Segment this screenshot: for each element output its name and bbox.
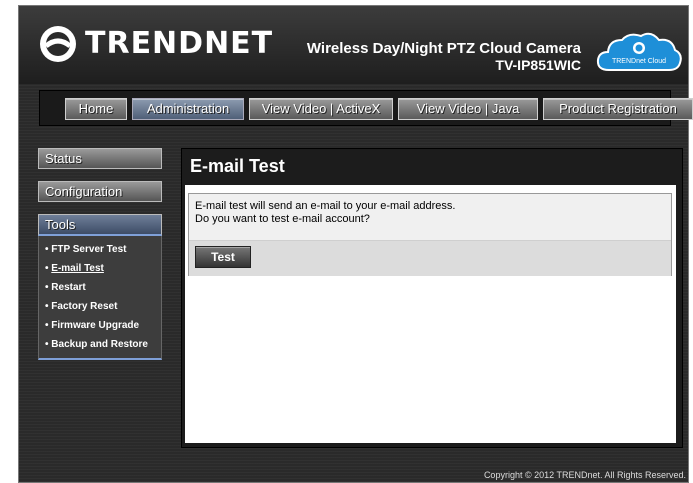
sidebar: Status Configuration Tools • FTP Server … bbox=[38, 148, 162, 360]
nav-administration[interactable]: Administration bbox=[132, 98, 244, 120]
nav-product-registration[interactable]: Product Registration bbox=[543, 98, 693, 120]
tool-backup-and-restore[interactable]: • Backup and Restore bbox=[39, 335, 161, 354]
sidebar-item-status[interactable]: Status bbox=[38, 148, 162, 169]
brand-logo: TRENDNET bbox=[38, 24, 272, 64]
page-title: E-mail Test bbox=[190, 156, 285, 176]
trendnet-logo-icon bbox=[40, 26, 76, 62]
description-line-2: Do you want to test e-mail account? bbox=[195, 213, 370, 225]
top-nav: Home Administration View Video | ActiveX… bbox=[39, 90, 693, 126]
sidebar-item-tools[interactable]: Tools bbox=[38, 214, 162, 236]
nav-view-video-activex[interactable]: View Video | ActiveX bbox=[249, 98, 393, 120]
test-button[interactable]: Test bbox=[195, 246, 251, 268]
sidebar-item-configuration[interactable]: Configuration bbox=[38, 181, 162, 202]
model-number: TV-IP851WIC bbox=[495, 57, 581, 73]
description-line-1: E-mail test will send an e-mail to your … bbox=[195, 200, 456, 212]
cloud-icon: TRENDnet Cloud bbox=[596, 32, 682, 71]
header: TRENDNET Wireless Day/Night PTZ Cloud Ca… bbox=[19, 6, 688, 84]
brand-name: TRENDNET bbox=[85, 26, 274, 61]
product-title: Wireless Day/Night PTZ Cloud Camera TV-I… bbox=[307, 40, 581, 74]
product-line: Wireless Day/Night PTZ Cloud Camera bbox=[306, 40, 581, 57]
tool-restart[interactable]: • Restart bbox=[39, 278, 161, 297]
tool-firmware-upgrade[interactable]: • Firmware Upgrade bbox=[39, 316, 161, 335]
app-frame: TRENDNET Wireless Day/Night PTZ Cloud Ca… bbox=[18, 5, 693, 483]
main-panel: E-mail Test E-mail test will send an e-m… bbox=[181, 148, 683, 448]
cloud-badge-label: TRENDnet Cloud bbox=[612, 58, 666, 65]
copyright-footer: Copyright © 2012 TRENDnet. All Rights Re… bbox=[483, 470, 686, 480]
tool-email-test[interactable]: • E-mail Test bbox=[39, 259, 161, 278]
tools-submenu: • FTP Server Test • E-mail Test • Restar… bbox=[38, 236, 162, 360]
tool-factory-reset[interactable]: • Factory Reset bbox=[39, 297, 161, 316]
nav-home[interactable]: Home bbox=[65, 98, 127, 120]
email-test-description: E-mail test will send an e-mail to your … bbox=[195, 200, 455, 226]
button-row: Test bbox=[189, 240, 671, 276]
nav-view-video-java[interactable]: View Video | Java bbox=[398, 98, 538, 120]
content-area: E-mail test will send an e-mail to your … bbox=[185, 185, 676, 443]
cloud-badge: TRENDnet Cloud bbox=[595, 30, 683, 79]
email-test-panel: E-mail test will send an e-mail to your … bbox=[188, 193, 672, 276]
tool-ftp-server-test[interactable]: • FTP Server Test bbox=[39, 240, 161, 259]
